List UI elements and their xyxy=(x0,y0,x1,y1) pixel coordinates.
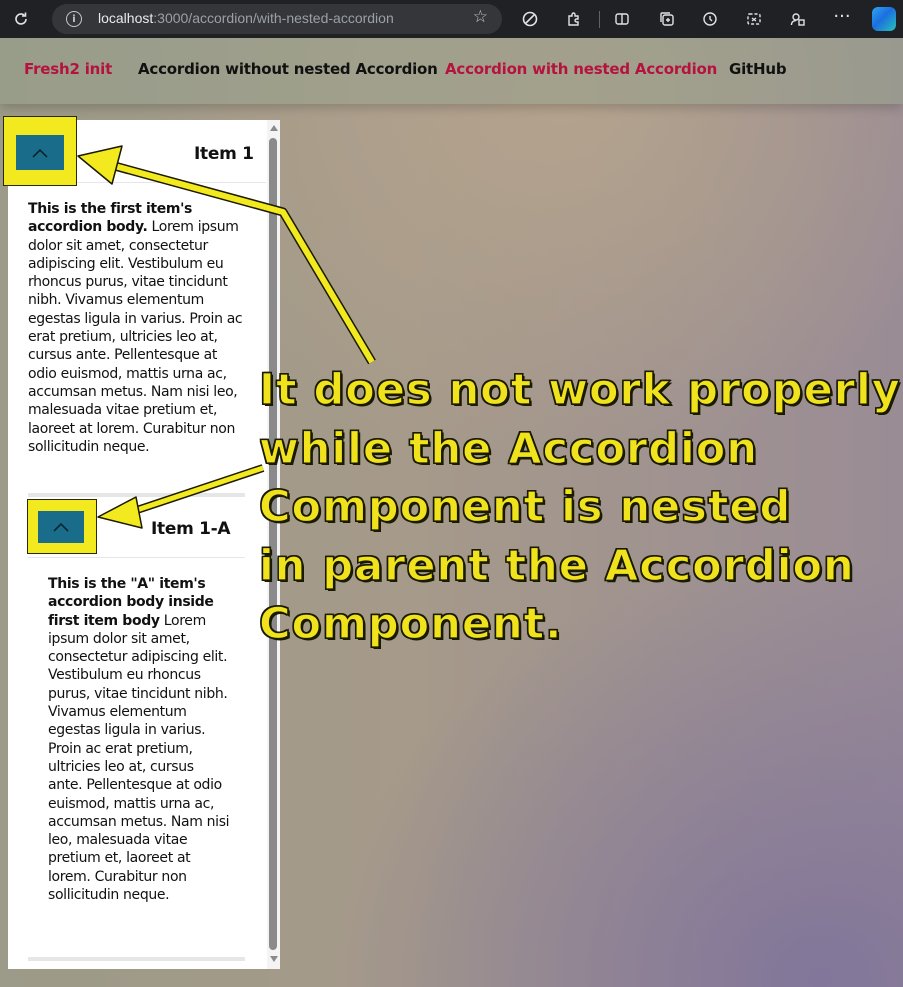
nested-accordion-bottom-border xyxy=(28,957,245,961)
scroll-down-arrow-icon[interactable] xyxy=(270,956,278,962)
reload-icon[interactable] xyxy=(10,8,32,30)
chevron-up-icon xyxy=(53,522,69,532)
star-icon[interactable]: ☆ xyxy=(473,7,488,27)
accordion-item-1a-body: This is the "A" item's accordion body in… xyxy=(48,575,230,904)
collections-icon[interactable] xyxy=(656,8,678,30)
annotation-line-1: It does not work properly xyxy=(258,364,901,415)
nav-link-accordion-with-nested[interactable]: Accordion with nested Accordion xyxy=(445,60,717,78)
info-icon[interactable]: i xyxy=(66,11,82,27)
profile-icon[interactable] xyxy=(787,8,809,30)
screenshot-icon[interactable] xyxy=(743,8,765,30)
url-path: :3000/accordion/with-nested-accordion xyxy=(153,10,394,26)
more-icon[interactable]: ··· xyxy=(831,5,853,27)
annotation-line-5: Component. xyxy=(258,598,563,649)
accordion-item-1a-body-text: Lorem ipsum dolor sit amet, consectetur … xyxy=(48,612,230,904)
accordion-item-1a-divider xyxy=(28,557,245,558)
annotation-line-4: in parent the Accordion xyxy=(258,540,855,591)
accordion-item-1-body: This is the first item's accordion body.… xyxy=(28,200,248,456)
copilot-icon[interactable] xyxy=(872,7,896,31)
split-screen-icon[interactable] xyxy=(611,8,633,30)
extensions-icon[interactable] xyxy=(563,8,585,30)
toolbar-separator xyxy=(599,11,600,28)
address-bar[interactable]: i localhost:3000/accordion/with-nested-a… xyxy=(52,4,502,34)
annotation-line-3: Component is nested xyxy=(258,481,792,532)
accordion-item-1-toggle-button[interactable] xyxy=(16,135,64,170)
accordion-item-1a-toggle-button[interactable] xyxy=(38,511,84,543)
top-navigation: Fresh2 init Accordion without nested Acc… xyxy=(0,38,903,104)
accordion-item-1a-title: Item 1-A xyxy=(151,519,231,539)
history-icon[interactable] xyxy=(699,8,721,30)
tracking-icon[interactable] xyxy=(519,8,541,30)
nav-link-github[interactable]: GitHub xyxy=(729,60,787,78)
nav-link-fresh2-init[interactable]: Fresh2 init xyxy=(24,60,112,78)
annotation-text: It does not work properly while the Acco… xyxy=(258,361,901,654)
scroll-up-arrow-icon[interactable] xyxy=(270,125,278,131)
browser-toolbar: i localhost:3000/accordion/with-nested-a… xyxy=(0,0,903,38)
nested-accordion-top-border xyxy=(28,493,245,497)
annotation-line-2: while the Accordion xyxy=(258,423,758,474)
nav-link-accordion-without-nested[interactable]: Accordion without nested Accordion xyxy=(138,60,438,78)
url-text[interactable]: localhost:3000/accordion/with-nested-acc… xyxy=(98,10,394,26)
accordion-item-1-title: Item 1 xyxy=(194,144,254,164)
accordion-item-1-body-text: Lorem ipsum dolor sit amet, consectetur … xyxy=(28,219,243,455)
chevron-up-icon xyxy=(32,148,48,158)
url-host: localhost xyxy=(98,10,154,26)
